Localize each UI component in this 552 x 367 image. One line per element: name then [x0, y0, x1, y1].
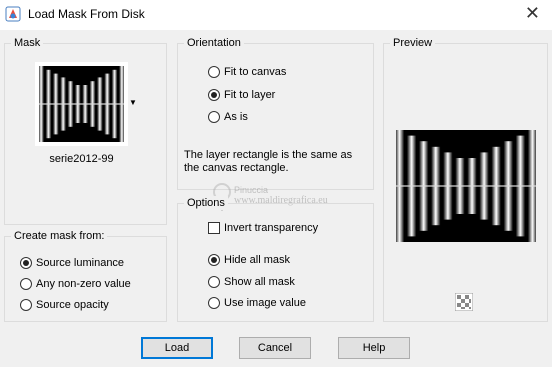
title-bar: Load Mask From Disk ✕	[0, 0, 552, 30]
preview-image	[396, 130, 536, 242]
radio-any-non-zero[interactable]: Any non-zero value	[20, 277, 131, 293]
radio-button[interactable]	[20, 278, 32, 291]
close-icon[interactable]: ✕	[525, 3, 540, 24]
checkerboard-icon[interactable]	[455, 293, 473, 311]
chevron-down-icon[interactable]: ▼	[129, 98, 137, 107]
app-icon	[5, 6, 21, 22]
radio-fit-to-layer[interactable]: Fit to layer	[208, 88, 275, 104]
radio-button[interactable]	[208, 111, 220, 124]
radio-label: As is	[224, 111, 248, 123]
radio-button[interactable]	[20, 257, 32, 270]
radio-label: Any non-zero value	[36, 278, 131, 290]
preview-legend: Preview	[390, 36, 436, 50]
mask-thumbnail	[39, 66, 124, 142]
radio-label: Use image value	[224, 297, 306, 309]
radio-source-luminance[interactable]: Source luminance	[20, 256, 124, 272]
create-mask-legend: Create mask from:	[11, 229, 108, 243]
cancel-button[interactable]: Cancel	[239, 337, 311, 359]
radio-fit-to-canvas[interactable]: Fit to canvas	[208, 65, 286, 81]
help-button[interactable]: Help	[338, 337, 410, 359]
checkbox-label: Invert transparency	[224, 222, 319, 234]
orientation-legend: Orientation	[184, 36, 244, 50]
radio-button[interactable]	[208, 89, 220, 102]
radio-button[interactable]	[20, 299, 32, 312]
checkbox-invert-transparency[interactable]: Invert transparency	[208, 221, 318, 237]
radio-button[interactable]	[208, 297, 220, 310]
orientation-info-text: The layer rectangle is the same as the c…	[184, 149, 353, 174]
radio-source-opacity[interactable]: Source opacity	[20, 298, 109, 314]
radio-hide-all-mask[interactable]: Hide all mask	[208, 253, 290, 269]
radio-show-all-mask[interactable]: Show all mask	[208, 275, 295, 291]
mask-legend: Mask	[11, 36, 44, 50]
radio-button[interactable]	[208, 66, 220, 79]
radio-label: Source opacity	[36, 299, 109, 311]
load-button[interactable]: Load	[141, 337, 213, 359]
window-title: Load Mask From Disk	[28, 7, 145, 21]
radio-as-is[interactable]: As is	[208, 110, 248, 126]
checkbox[interactable]	[208, 222, 220, 235]
radio-label: Hide all mask	[224, 254, 291, 266]
mask-name-label: serie2012-99	[49, 153, 114, 165]
radio-label: Fit to layer	[224, 89, 276, 101]
radio-button[interactable]	[208, 254, 220, 267]
mask-thumbnail-button[interactable]	[35, 62, 128, 146]
options-legend: Options	[184, 196, 228, 210]
radio-button[interactable]	[208, 276, 220, 289]
radio-label: Source luminance	[36, 257, 125, 269]
radio-label: Show all mask	[224, 276, 295, 288]
radio-label: Fit to canvas	[224, 66, 287, 78]
radio-use-image-value[interactable]: Use image value	[208, 296, 306, 312]
